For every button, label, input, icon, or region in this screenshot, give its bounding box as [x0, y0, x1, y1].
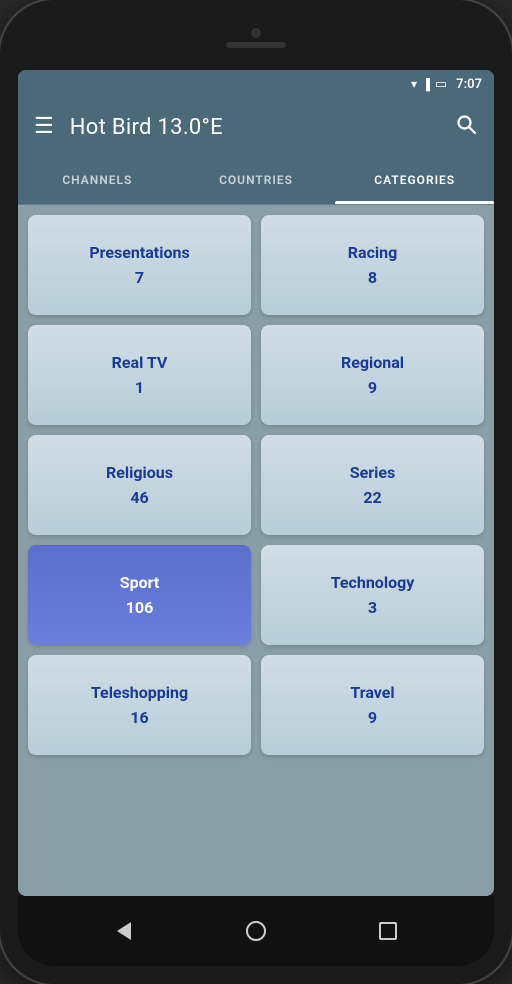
category-count: 7 [135, 268, 144, 287]
category-card[interactable]: Regional 9 [261, 325, 484, 425]
back-button[interactable] [106, 913, 142, 949]
category-card[interactable]: Religious 46 [28, 435, 251, 535]
category-count: 3 [368, 598, 377, 617]
status-time: 7:07 [456, 77, 482, 92]
category-card[interactable]: Presentations 7 [28, 215, 251, 315]
category-count: 46 [130, 488, 148, 507]
signal-icon: ▐ [422, 78, 430, 91]
search-icon[interactable] [454, 112, 478, 142]
category-name: Religious [106, 463, 173, 482]
battery-icon: ▭ [435, 77, 447, 92]
content-area: Presentations7Racing8Real TV1Regional9Re… [18, 205, 494, 896]
recents-button[interactable] [370, 913, 406, 949]
category-count: 22 [363, 488, 381, 507]
category-count: 9 [368, 708, 377, 727]
app-title: Hot Bird 13.0°E [70, 115, 438, 140]
category-name: Regional [341, 353, 404, 372]
top-bezel [18, 18, 494, 70]
category-card[interactable]: Series 22 [261, 435, 484, 535]
phone-frame: ▾ ▐ ▭ 7:07 ☰ Hot Bird 13.0°E CHANNELS CO… [0, 0, 512, 984]
category-count: 16 [130, 708, 148, 727]
status-icons: ▾ ▐ ▭ 7:07 [411, 77, 482, 92]
category-name: Racing [348, 243, 398, 262]
menu-icon[interactable]: ☰ [34, 116, 54, 138]
category-name: Technology [331, 573, 415, 592]
category-count: 1 [135, 378, 144, 397]
screen: ▾ ▐ ▭ 7:07 ☰ Hot Bird 13.0°E CHANNELS CO… [18, 70, 494, 896]
category-card[interactable]: Racing 8 [261, 215, 484, 315]
category-name: Real TV [112, 353, 168, 372]
tab-categories[interactable]: CATEGORIES [335, 156, 494, 204]
tab-channels[interactable]: CHANNELS [18, 156, 177, 204]
wifi-icon: ▾ [411, 77, 417, 91]
tabs-bar: CHANNELS COUNTRIES CATEGORIES [18, 156, 494, 205]
category-name: Presentations [89, 243, 189, 262]
speaker [226, 42, 286, 48]
category-card[interactable]: Sport 106 [28, 545, 251, 645]
category-name: Series [350, 463, 395, 482]
home-button[interactable] [238, 913, 274, 949]
tab-countries[interactable]: COUNTRIES [177, 156, 336, 204]
category-name: Sport [120, 573, 160, 592]
category-count: 106 [126, 598, 154, 617]
category-name: Travel [350, 683, 394, 702]
app-bar: ☰ Hot Bird 13.0°E [18, 98, 494, 156]
category-count: 9 [368, 378, 377, 397]
category-card[interactable]: Teleshopping 16 [28, 655, 251, 755]
category-card[interactable]: Travel 9 [261, 655, 484, 755]
status-bar: ▾ ▐ ▭ 7:07 [18, 70, 494, 98]
category-name: Teleshopping [91, 683, 188, 702]
camera [251, 28, 261, 38]
category-card[interactable]: Real TV 1 [28, 325, 251, 425]
category-count: 8 [368, 268, 377, 287]
bottom-nav [18, 896, 494, 966]
category-card[interactable]: Technology 3 [261, 545, 484, 645]
categories-grid: Presentations7Racing8Real TV1Regional9Re… [28, 215, 484, 755]
